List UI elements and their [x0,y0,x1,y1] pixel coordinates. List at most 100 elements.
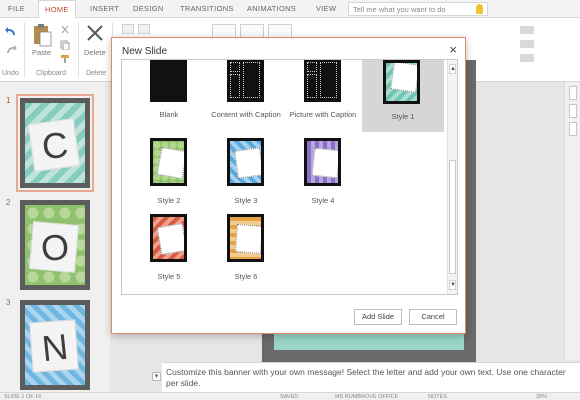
notes-text: Customize this banner with your own mess… [166,367,566,388]
gallery-scroll-thumb[interactable] [449,160,456,274]
new-slide-icon [122,24,134,34]
close-icon[interactable]: × [449,42,457,57]
layout-thumbnail [227,138,264,186]
layout-thumbnail [304,60,341,102]
new-slide-dialog: New Slide × Blank Content with Caption P… [111,37,466,334]
notes-pane[interactable]: Customize this banner with your own mess… [162,362,580,392]
layout-card [311,147,338,179]
slide-thumbnail-3[interactable]: N [20,300,90,390]
tell-me-search[interactable]: Tell me what you want to do [348,2,488,16]
thumbnail-letter: N [39,325,71,370]
layout-frame [153,217,184,259]
layout-style-1[interactable]: Style 1 [362,60,444,132]
editor-scrollbar[interactable] [564,82,580,360]
layout-frame [307,141,338,183]
slide-thumbnail-2[interactable]: O [20,200,90,290]
layout-frame [230,141,261,183]
placeholder-box [243,62,260,98]
tab-transitions[interactable]: TRANSITIONS [180,4,234,13]
layout-name: Style 6 [234,272,258,281]
slide-thumbnail-1[interactable]: C [16,94,94,192]
tab-animations[interactable]: ANIMATIONS [247,4,296,13]
placeholder-box [230,62,240,72]
scroll-segment [569,122,577,136]
add-slide-button[interactable]: Add Slide [354,309,402,325]
delete-icon[interactable] [86,24,104,42]
ribbon-divider [78,22,79,78]
layout-card [390,63,417,93]
gallery-scrollbar[interactable]: ▲ ▼ [447,60,457,294]
placeholder-box [320,62,337,98]
delete-label: Delete [84,48,106,57]
tab-insert[interactable]: INSERT [90,4,119,13]
ribbon-divider [24,22,25,78]
layout-name: Style 1 [391,112,415,121]
tab-view[interactable]: VIEW [316,4,336,13]
thumbnail-number: 1 [6,96,11,105]
layout-frame [386,63,417,101]
layout-frame [153,141,184,183]
cut-icon [61,25,69,34]
delete-group-label: Delete [86,70,107,77]
redo-icon [7,45,17,53]
tab-home[interactable]: HOME [38,0,76,19]
scroll-down-icon[interactable]: ▼ [449,280,456,290]
layout-thumbnail [150,214,187,262]
layout-card [156,146,184,180]
thumbnail-letter: C [39,123,71,168]
undo-group-label: Undo [2,70,19,77]
replace-icon [520,40,534,48]
notes-collapse-toggle[interactable]: ▾ [152,372,161,381]
select-icon [520,54,534,62]
tab-file[interactable]: FILE [8,4,25,13]
zoom-level[interactable]: 39% [536,394,547,400]
layout-frame [230,217,261,259]
lightbulb-icon [476,4,483,14]
layout-gallery: Blank Content with Caption Picture with … [121,59,458,295]
layout-icon [138,24,150,34]
layout-style-6[interactable]: Style 6 [206,214,286,284]
slide-counter: SLIDE 1 OF 16 [4,394,42,400]
ribbon-tab-bar: FILE HOME INSERT DESIGN TRANSITIONS ANIM… [0,0,580,19]
placeholder-box [307,62,317,72]
thumbnail-pattern: N [25,305,85,385]
scroll-up-button[interactable] [569,86,577,100]
layout-thumbnail [150,138,187,186]
layout-name: Style 4 [311,196,335,205]
save-status: SAVED [280,394,299,400]
thumbnail-number: 3 [6,298,11,307]
thumbnail-pattern: C [25,103,85,183]
thumbnail-number: 2 [6,198,11,207]
copy-icon [60,40,70,50]
thumbnail-pattern: O [25,205,85,285]
layout-thumbnail [304,138,341,186]
layout-picture-with-caption[interactable]: Picture with Caption [283,60,363,126]
layout-style-4[interactable]: Style 4 [283,138,363,208]
format-painter-icon [61,55,69,63]
status-bar: SLIDE 1 OF 16 SAVED MS RUMBROVE OFFICE N… [0,392,580,400]
paste-label: Paste [32,48,52,57]
slide-thumbnail-pane: 1 C 2 O 3 N [0,82,110,392]
clipboard-group-label: Clipboard [36,70,66,77]
layout-thumbnail [227,214,264,262]
cancel-button[interactable]: Cancel [409,309,457,325]
undo-icon[interactable] [5,26,17,36]
placeholder-box [307,74,317,98]
office-label: MS RUMBROVE OFFICE [335,394,399,400]
find-icon [520,26,534,34]
layout-thumbnail [227,60,264,102]
layout-thumbnail [383,60,420,104]
notes-button[interactable]: NOTES [428,394,447,400]
tell-me-placeholder: Tell me what you want to do [353,5,446,14]
scroll-up-icon[interactable]: ▲ [449,64,456,74]
dialog-title: New Slide [122,46,168,57]
layout-card [234,147,261,179]
layout-card [156,222,184,256]
layout-card [235,224,261,254]
scroll-thumb[interactable] [569,104,577,118]
placeholder-box [230,74,240,98]
tab-design[interactable]: DESIGN [133,4,164,13]
paste-icon[interactable] [32,23,52,47]
layout-thumbnail [150,60,187,102]
thumbnail-letter: O [38,225,72,270]
